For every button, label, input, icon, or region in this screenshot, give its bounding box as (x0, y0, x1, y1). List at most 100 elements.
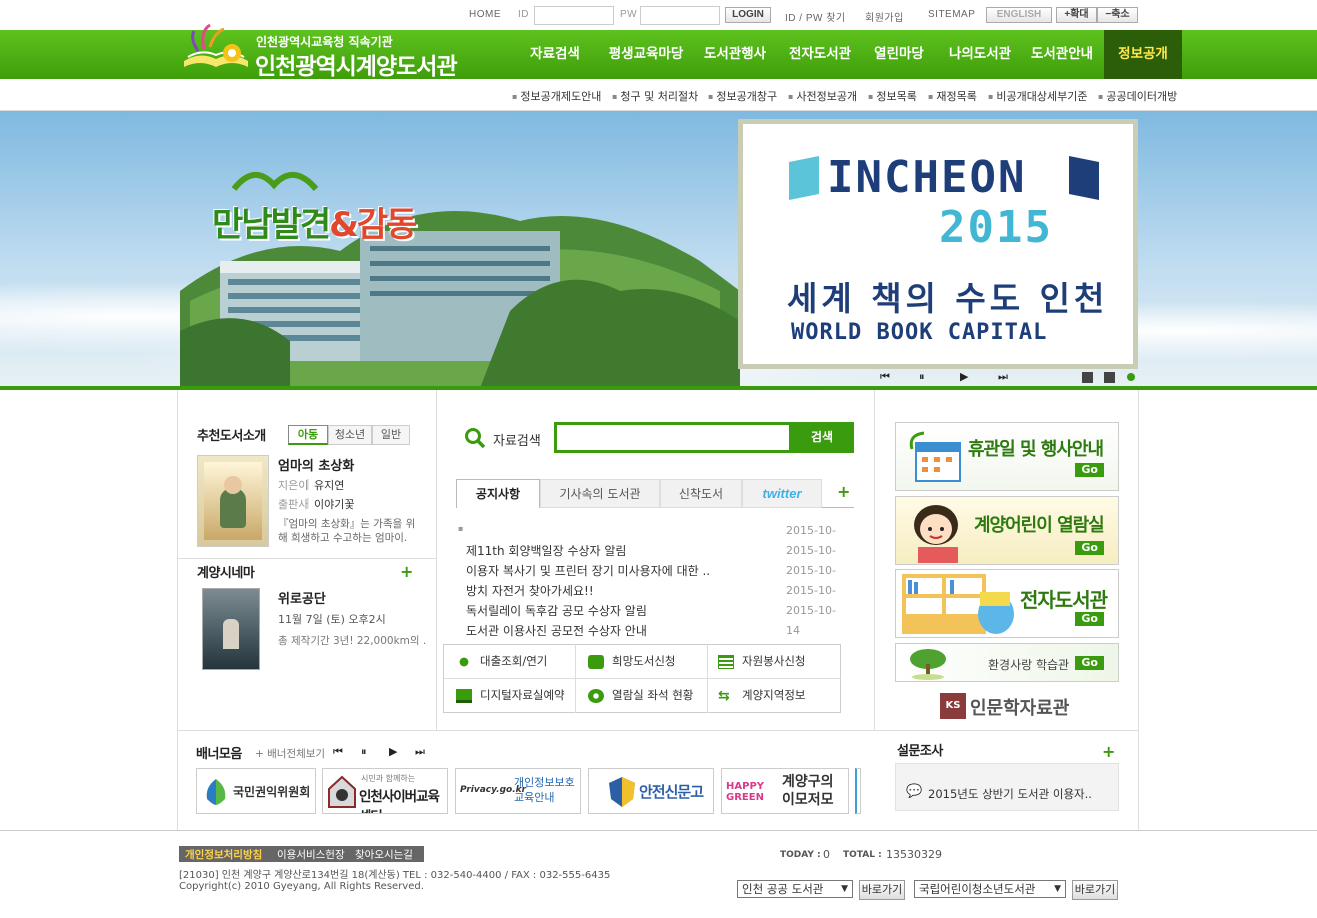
id-input[interactable] (534, 6, 614, 25)
quick-volunteer[interactable]: 자원봉사신청 (718, 644, 805, 678)
notice-title[interactable]: 이용자 복사기 및 프린터 장기 미사용자에 대한 .. (466, 562, 736, 579)
notice-title[interactable]: 방치 자전거 찾아가세요!! (466, 582, 736, 599)
banner-eco[interactable]: 환경사랑 학습관 Go (895, 643, 1119, 682)
directions-link[interactable]: 찾아오시는길 (355, 847, 413, 862)
subnav-item[interactable]: 정보공개창구 (708, 88, 777, 104)
pw-input[interactable] (640, 6, 720, 25)
search-input[interactable] (554, 422, 792, 453)
gnb-info-disclosure[interactable]: 정보공개 (1104, 30, 1182, 79)
book-cover-image[interactable] (197, 455, 269, 547)
slider-pause-icon[interactable]: ⏸ (919, 370, 925, 384)
divider (707, 644, 708, 713)
tab-news[interactable]: 기사속의 도서관 (540, 479, 660, 508)
bookshelf-icon (902, 574, 1014, 634)
tab-notice[interactable]: 공지사항 (456, 479, 540, 508)
banner-cyber[interactable]: 시민과 함께하는 인천사이버교육센터 (322, 768, 448, 814)
library-select[interactable]: 인천 공공 도서관 (737, 880, 853, 898)
search-button[interactable]: 검색 (790, 422, 854, 453)
go-button[interactable]: Go (1075, 463, 1104, 477)
tab-general[interactable]: 일반 (372, 425, 410, 445)
gnb-search[interactable]: 자료검색 (520, 30, 590, 79)
home-link[interactable]: HOME (469, 9, 501, 20)
gear-icon (588, 688, 604, 703)
banner-pause-icon[interactable]: ⏸ (361, 745, 367, 759)
gnb-lifelong[interactable]: 평생교육마당 (600, 30, 692, 79)
quick-local[interactable]: ⇆ 계양지역정보 (718, 678, 805, 712)
sitemap-link[interactable]: SITEMAP (928, 9, 975, 20)
id-label: ID (518, 9, 529, 20)
go-button[interactable]: 바로가기 (1072, 880, 1118, 900)
national-library-select[interactable]: 국립어린이청소년도서관 (914, 880, 1066, 898)
banner-closed-days[interactable]: 휴관일 및 행사안내 Go (895, 422, 1119, 491)
banner-safety[interactable]: 안전신문고 (588, 768, 714, 814)
slider-prev-icon[interactable]: ⏮ (880, 370, 890, 384)
subnav-item[interactable]: 청구 및 처리절차 (612, 88, 698, 104)
tab-new-books[interactable]: 신착도서 (660, 479, 742, 508)
logo-title[interactable]: 인천광역시계양도서관 (255, 47, 458, 81)
survey-more-icon[interactable]: + (1102, 742, 1115, 761)
document-icon (718, 654, 734, 669)
login-button[interactable]: LOGIN (725, 7, 771, 23)
join-link[interactable]: 회원가입 (865, 9, 904, 24)
gnb-mylibrary[interactable]: 나의도서관 (940, 30, 1020, 79)
gnb-guide[interactable]: 도서관안내 (1022, 30, 1102, 79)
cinema-more-icon[interactable]: + (400, 562, 413, 581)
go-button[interactable]: 바로가기 (859, 880, 905, 900)
book-capital-poster[interactable]: INCHEON 2015 세계 책의 수도 인천 WORLD BOOK CAPI… (738, 119, 1138, 369)
book-title[interactable]: 엄마의 초상화 (278, 455, 354, 474)
acrc-label: 국민권익위원회 (233, 785, 311, 799)
notice-title[interactable]: 독서릴레이 독후감 공모 수상자 알림 (466, 602, 736, 619)
banner-gyeyang[interactable]: HAPPY GREEN 계양구의 이모저모 (721, 768, 849, 814)
gnb-open[interactable]: 열린마당 (864, 30, 934, 79)
cyber-label: 인천사이버교육센터 (359, 789, 440, 813)
gnb-events[interactable]: 도서관행사 (695, 30, 775, 79)
find-id-pw-link[interactable]: ID / PW 찾기 (785, 9, 846, 24)
slider-play-icon[interactable]: ▶ (960, 370, 968, 383)
banner-elibrary[interactable]: 전자도서관 Go (895, 569, 1119, 638)
slogan-arc-icon (231, 172, 319, 192)
gyeyang-label: 계양구의 이모저모 (782, 774, 834, 808)
privacy-policy-link[interactable]: 개인정보처리방침 (185, 847, 262, 862)
notice-title[interactable]: 제11th 회양백일장 수상자 알림 (466, 542, 736, 559)
banner-next-icon[interactable]: ⏭ (415, 745, 425, 759)
go-button[interactable]: Go (1075, 656, 1104, 670)
quick-loan[interactable]: 대출조회/연기 (456, 644, 547, 678)
banner-children-room[interactable]: 계양어린이 열람실 Go (895, 496, 1119, 565)
tab-teen[interactable]: 청소년 (328, 425, 372, 445)
tab-twitter[interactable]: twitter (742, 479, 822, 508)
subnav-item[interactable]: 재정목록 (928, 88, 976, 104)
humanities-title[interactable]: 인문학자료관 (970, 694, 1069, 720)
banner-prev-icon[interactable]: ⏮ (333, 745, 343, 759)
survey-item[interactable]: 2015년도 상반기 도서관 이용자.. (928, 786, 1092, 802)
author-label: 지은이 (278, 479, 309, 492)
subnav-item[interactable]: 공공데이터개방 (1098, 88, 1177, 104)
subnav-item[interactable]: 사전정보공개 (788, 88, 857, 104)
banner-acrc[interactable]: 국민권익위원회 (196, 768, 316, 814)
quick-request[interactable]: 희망도서신청 (588, 644, 675, 678)
slider-dot[interactable] (1104, 372, 1115, 383)
quick-digital[interactable]: 디지털자료실예약 (456, 678, 565, 712)
movie-poster-image[interactable] (202, 588, 260, 670)
subnav-item[interactable]: 정보공개제도안내 (512, 88, 601, 104)
notice-more-icon[interactable]: + (837, 482, 850, 501)
service-charter-link[interactable]: 이용서비스헌장 (277, 847, 345, 862)
subnav-item[interactable]: 비공개대상세부기준 (988, 88, 1087, 104)
quick-seats[interactable]: 열람실 좌석 현황 (588, 678, 693, 712)
slider-dot[interactable] (1082, 372, 1093, 383)
banners-view-all[interactable]: + 배너전체보기 (255, 746, 325, 761)
banner-privacy[interactable]: Privacy.go.kr 개인정보보호 교육안내 (455, 768, 581, 814)
banner-play-icon[interactable]: ▶ (389, 745, 397, 758)
english-button[interactable]: ENGLISH (986, 7, 1052, 23)
zoom-in-button[interactable]: +확대 (1056, 7, 1097, 23)
zoom-out-button[interactable]: −축소 (1097, 7, 1138, 23)
tab-children[interactable]: 아동 (288, 425, 328, 445)
privacy-label: 개인정보보호 교육안내 (514, 776, 575, 804)
gnb-elibrary[interactable]: 전자도서관 (780, 30, 860, 79)
movie-title[interactable]: 위로공단 (278, 588, 326, 607)
go-button[interactable]: Go (1075, 541, 1104, 555)
subnav-item[interactable]: 정보목록 (868, 88, 916, 104)
go-button[interactable]: Go (1075, 612, 1104, 626)
slider-dot-active[interactable] (1127, 373, 1135, 381)
slider-next-icon[interactable]: ⏭ (998, 370, 1008, 384)
notice-title[interactable]: 도서관 이용사진 공모전 수상자 안내 (466, 622, 736, 639)
